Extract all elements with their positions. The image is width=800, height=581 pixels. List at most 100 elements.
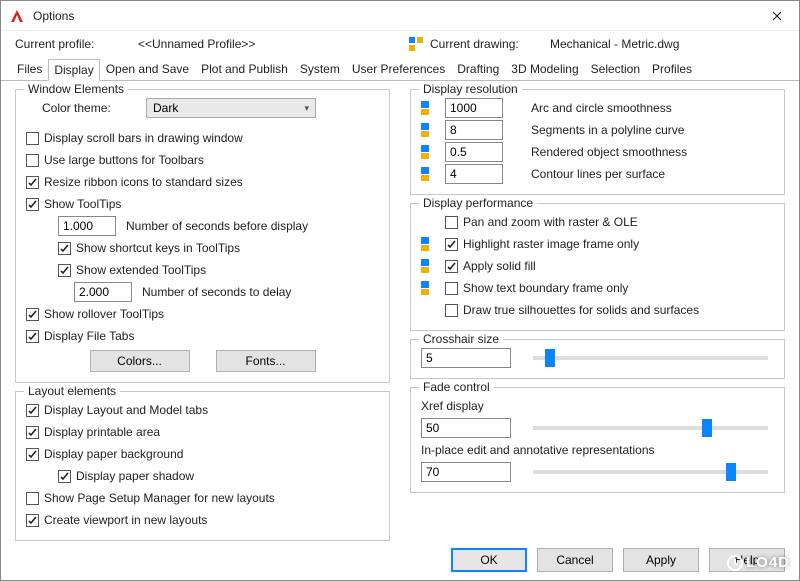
cancel-button[interactable]: Cancel xyxy=(537,548,613,572)
crosshair-input[interactable] xyxy=(421,348,511,368)
draw-silhouettes-label: Draw true silhouettes for solids and sur… xyxy=(463,303,699,317)
slider-thumb[interactable] xyxy=(726,463,736,481)
scroll-bars-row: Display scroll bars in drawing window xyxy=(26,128,379,148)
fonts-button[interactable]: Fonts... xyxy=(216,350,316,372)
tabs: Files Display Open and Save Plot and Pub… xyxy=(1,55,799,81)
apply-solid-checkbox[interactable] xyxy=(445,260,458,273)
display-file-tabs-checkbox[interactable] xyxy=(26,330,39,343)
profile-bar: Current profile: <<Unnamed Profile>> Cur… xyxy=(1,31,799,55)
secs-before-input[interactable] xyxy=(58,216,116,236)
contour-input[interactable] xyxy=(445,164,503,184)
show-extended-row: Show extended ToolTips xyxy=(58,260,379,280)
current-profile-label: Current profile: xyxy=(15,37,138,51)
inplace-label-row: In-place edit and annotative representat… xyxy=(421,440,774,460)
apply-button[interactable]: Apply xyxy=(623,548,699,572)
arc-input[interactable] xyxy=(445,98,503,118)
show-rollover-checkbox[interactable] xyxy=(26,308,39,321)
layout-elements-group: Layout elements Display Layout and Model… xyxy=(15,391,390,541)
file-config-icon xyxy=(421,101,439,115)
tab-selection[interactable]: Selection xyxy=(585,58,646,80)
display-performance-title: Display performance xyxy=(419,196,537,210)
draw-silhouettes-checkbox[interactable] xyxy=(445,304,458,317)
tab-profiles[interactable]: Profiles xyxy=(646,58,698,80)
tab-plot-and-publish[interactable]: Plot and Publish xyxy=(195,58,294,80)
create-viewport-label: Create viewport in new layouts xyxy=(44,513,207,527)
chevron-down-icon: ▾ xyxy=(304,103,309,114)
highlight-raster-row: Highlight raster image frame only xyxy=(421,234,774,254)
color-theme-label: Color theme: xyxy=(42,101,146,115)
text-boundary-row: Show text boundary frame only xyxy=(421,278,774,298)
current-drawing-label: Current drawing: xyxy=(430,37,550,51)
help-button[interactable]: Help xyxy=(709,548,785,572)
close-button[interactable] xyxy=(763,2,791,30)
create-viewport-checkbox[interactable] xyxy=(26,514,39,527)
file-config-icon xyxy=(421,145,439,159)
text-boundary-checkbox[interactable] xyxy=(445,282,458,295)
secs-delay-input[interactable] xyxy=(74,282,132,302)
secs-before-row: Number of seconds before display xyxy=(58,216,379,236)
drawing-icon xyxy=(408,36,424,52)
secs-delay-row: Number of seconds to delay xyxy=(74,282,379,302)
tab-files[interactable]: Files xyxy=(11,58,48,80)
display-performance-group: Display performance Pan and zoom with ra… xyxy=(410,203,785,331)
draw-silhouettes-row: Draw true silhouettes for solids and sur… xyxy=(421,300,774,320)
inplace-row xyxy=(421,462,774,482)
contour-row: Contour lines per surface xyxy=(421,164,774,184)
inplace-input[interactable] xyxy=(421,462,511,482)
tab-drafting[interactable]: Drafting xyxy=(451,58,505,80)
ok-button[interactable]: OK xyxy=(451,548,527,572)
display-paper-shadow-checkbox[interactable] xyxy=(58,470,71,483)
crosshair-group: Crosshair size xyxy=(410,339,785,379)
tab-system[interactable]: System xyxy=(294,58,346,80)
display-file-tabs-label: Display File Tabs xyxy=(44,329,134,343)
xref-input[interactable] xyxy=(421,418,511,438)
create-viewport-row: Create viewport in new layouts xyxy=(26,510,379,530)
seg-row: Segments in a polyline curve xyxy=(421,120,774,140)
inplace-label: In-place edit and annotative representat… xyxy=(421,443,655,457)
text-boundary-label: Show text boundary frame only xyxy=(463,281,628,295)
layout-elements-title: Layout elements xyxy=(24,384,120,398)
pan-zoom-row: Pan and zoom with raster & OLE xyxy=(421,212,774,232)
color-theme-select[interactable]: Dark ▾ xyxy=(146,98,316,118)
display-printable-checkbox[interactable] xyxy=(26,426,39,439)
rendered-input[interactable] xyxy=(445,142,503,162)
show-shortcut-checkbox[interactable] xyxy=(58,242,71,255)
show-page-setup-label: Show Page Setup Manager for new layouts xyxy=(44,491,275,505)
window-title: Options xyxy=(33,9,763,23)
pan-zoom-checkbox[interactable] xyxy=(445,216,458,229)
resize-ribbon-checkbox[interactable] xyxy=(26,176,39,189)
show-tooltips-label: Show ToolTips xyxy=(44,197,121,211)
display-paper-bg-checkbox[interactable] xyxy=(26,448,39,461)
display-scroll-bars-checkbox[interactable] xyxy=(26,132,39,145)
xref-slider[interactable] xyxy=(533,426,768,430)
resize-ribbon-label: Resize ribbon icons to standard sizes xyxy=(44,175,243,189)
tab-3d-modeling[interactable]: 3D Modeling xyxy=(505,58,584,80)
inplace-slider[interactable] xyxy=(533,470,768,474)
tab-open-and-save[interactable]: Open and Save xyxy=(100,58,195,80)
show-tooltips-row: Show ToolTips xyxy=(26,194,379,214)
show-tooltips-checkbox[interactable] xyxy=(26,198,39,211)
slider-thumb[interactable] xyxy=(545,349,555,367)
segments-input[interactable] xyxy=(445,120,503,140)
footer: OK Cancel Apply Help xyxy=(1,542,799,580)
use-large-buttons-checkbox[interactable] xyxy=(26,154,39,167)
show-extended-checkbox[interactable] xyxy=(58,264,71,277)
colors-button[interactable]: Colors... xyxy=(90,350,190,372)
fade-control-title: Fade control xyxy=(419,380,494,394)
display-scroll-bars-label: Display scroll bars in drawing window xyxy=(44,131,243,145)
display-layout-tabs-checkbox[interactable] xyxy=(26,404,39,417)
apply-solid-label: Apply solid fill xyxy=(463,259,536,273)
color-theme-value: Dark xyxy=(153,101,178,115)
slider-thumb[interactable] xyxy=(702,419,712,437)
colors-fonts-row: Colors... Fonts... xyxy=(26,350,379,372)
segments-label: Segments in a polyline curve xyxy=(531,123,684,137)
tab-user-preferences[interactable]: User Preferences xyxy=(346,58,451,80)
display-paper-bg-label: Display paper background xyxy=(44,447,183,461)
tab-display[interactable]: Display xyxy=(48,59,99,81)
display-paper-bg-row: Display paper background xyxy=(26,444,379,464)
crosshair-slider[interactable] xyxy=(533,356,768,360)
show-page-setup-checkbox[interactable] xyxy=(26,492,39,505)
rendered-label: Rendered object smoothness xyxy=(531,145,687,159)
file-config-icon xyxy=(421,281,439,295)
highlight-raster-checkbox[interactable] xyxy=(445,238,458,251)
